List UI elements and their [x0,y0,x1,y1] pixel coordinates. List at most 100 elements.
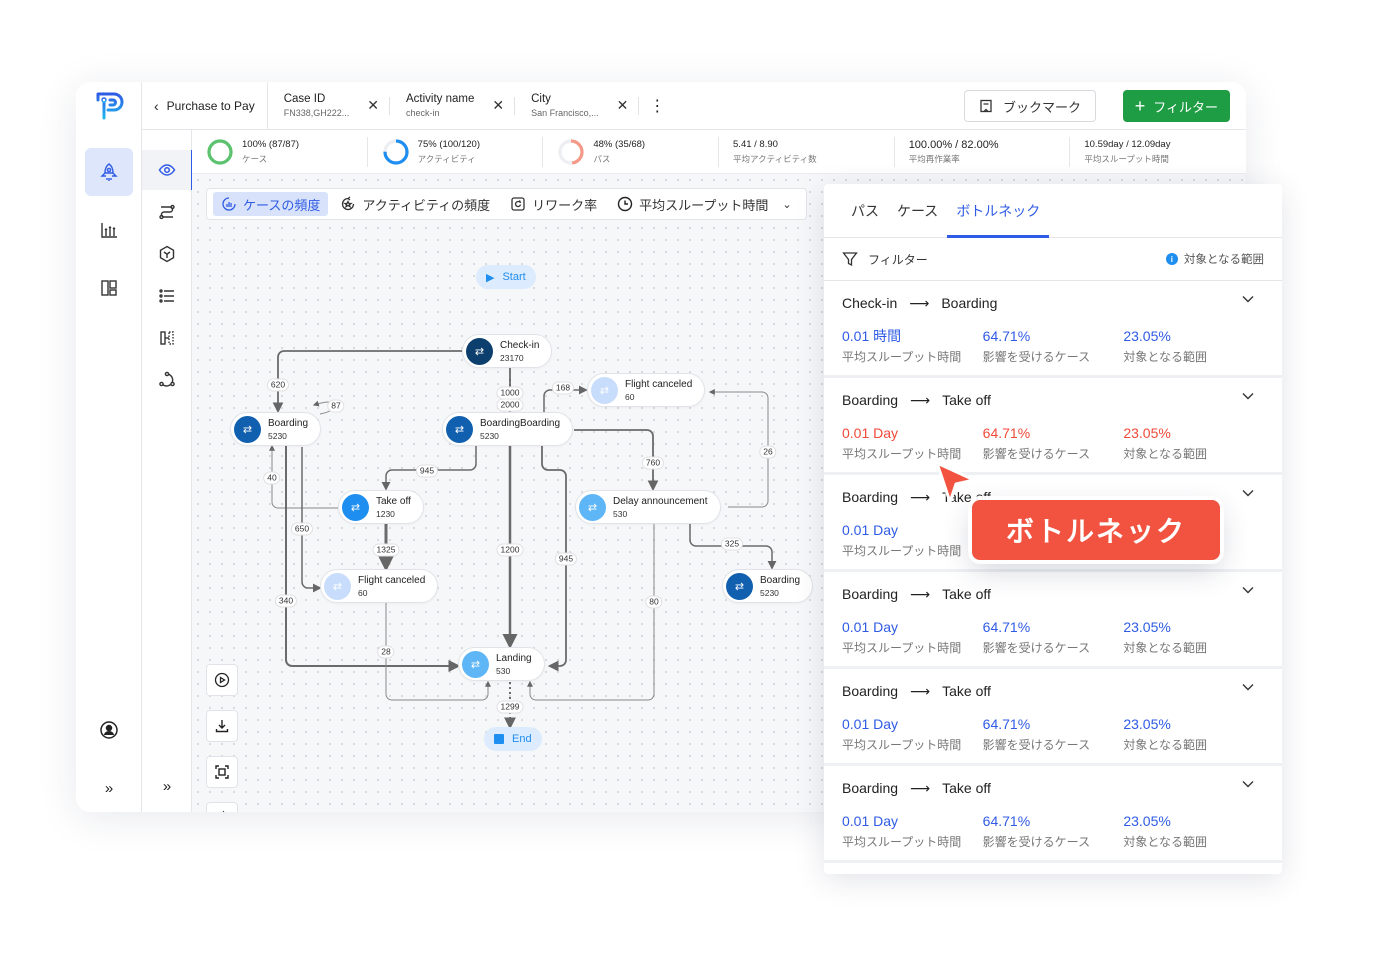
affected-cases-value: 64.71% [982,716,1031,732]
edge-label: 325 [720,537,744,551]
panel-filter-button[interactable]: フィルター [842,251,928,268]
cursor-pointer-icon [935,461,976,504]
nav-routes[interactable] [142,192,192,232]
activity-node-fc1[interactable]: ⇄ Flight canceled 60 [587,373,706,407]
activity-node-checkin[interactable]: ⇄ Check-in 23170 [462,334,553,368]
scope-value: 23.05% [1123,328,1171,344]
nav-process-explorer[interactable] [85,148,133,196]
scope-value: 23.05% [1123,619,1171,635]
kpi-bar: 100% (87/87) ケース 75% (100/120) アクティビティ 48% (… [192,130,1246,174]
rocket-icon [100,163,118,181]
bottleneck-card[interactable]: Boarding⟶Take off 0.01 Day平均スループット時間 64.… [824,572,1282,669]
bottleneck-card[interactable]: Boarding⟶Take off 0.01 Day平均スループット時間 64.… [824,766,1282,863]
back-button[interactable]: ‹ Purchase to Pay [142,82,268,129]
nav-view[interactable] [142,150,194,190]
filter-chip-case-id[interactable]: Case ID FN338,GH222... ✕ [268,82,389,129]
kpi-label: 平均アクティビティ数 [733,153,817,164]
fit-screen-button[interactable] [206,756,238,788]
bottleneck-card[interactable]: Check-in ⟶ Boarding 0.01 時間 平均スループット時間 64.7… [824,281,1282,378]
activity-node-landing[interactable]: ⇄ Landing 530 [458,647,545,681]
arrow-right-icon: ⟶ [909,294,930,311]
more-options-icon[interactable]: ⋮ [639,96,675,116]
nav-objects[interactable] [142,234,192,274]
nav-network[interactable] [142,360,192,400]
list-icon [159,289,174,303]
kpi-label: ケース [242,153,268,164]
edge-takeoff-boarding1[interactable] [269,444,338,509]
bottleneck-list: Check-in ⟶ Boarding 0.01 時間 平均スループット時間 64.7… [824,281,1282,863]
expand-primary-button[interactable]: » [85,764,133,812]
nav-analytics[interactable] [85,206,133,254]
affected-cases-value: 64.71% [982,425,1031,441]
chevron-down-icon[interactable] [1242,392,1254,400]
node-name: Check-in [500,339,540,351]
node-count: 60 [358,587,368,598]
edge-bb-delay[interactable] [574,429,659,492]
tab-bottleneck[interactable]: ボトルネック [947,184,1050,238]
from-activity: Boarding [842,780,899,796]
edge-label: 26 [759,445,777,459]
close-icon[interactable]: ✕ [367,97,379,114]
tab-paths[interactable]: パス [842,184,888,237]
filter-chip-city[interactable]: City San Francisco,... ✕ [515,82,638,129]
start-node[interactable]: ▶ Start [476,265,536,289]
swap-arrows-icon: ⇄ [446,415,473,443]
activity-node-bb[interactable]: ⇄ BoardingBoarding 5230 [442,412,574,446]
panel-filter-row: フィルター i 対象となる範囲 [824,238,1282,281]
bar-chart-icon [101,223,117,238]
node-name: Flight canceled [358,574,426,586]
edge-boarding1-landing[interactable] [285,446,461,672]
from-activity: Boarding [842,683,899,699]
node-count: 5230 [480,430,499,441]
activity-node-delay[interactable]: ⇄ Delay announcement 530 [575,490,721,524]
chevron-down-icon[interactable] [1242,586,1254,594]
end-node[interactable]: End [484,727,542,751]
chevron-down-icon[interactable] [1242,780,1254,788]
nav-compare[interactable] [142,318,192,358]
edge-boarding1-fc2[interactable] [301,447,322,593]
add-filter-button[interactable]: + フィルター [1122,90,1230,122]
double-chevron-right-icon: » [104,779,114,797]
activity-node-boarding1[interactable]: ⇄ Boarding 5230 [230,412,322,446]
play-icon [214,672,230,688]
bottleneck-card[interactable]: Boarding⟶Take off 0.01 Day平均スループット時間 64.… [824,669,1282,766]
to-activity: Take off [942,780,991,796]
edge-checkin-boarding1[interactable] [272,350,462,414]
panel-tabs: パス ケース ボトルネック [824,184,1282,238]
kpi-item: 5.41 / 8.90 平均アクティビティ数 [719,136,895,167]
metric-label: 影響を受けるケース [982,447,1091,461]
bookmark-button[interactable]: ブックマーク [963,90,1096,122]
node-name: Delay announcement [613,495,708,507]
swap-arrows-icon: ⇄ [591,376,618,404]
chevron-down-icon[interactable] [1242,683,1254,691]
pin-button[interactable] [206,802,238,812]
chevron-down-icon[interactable] [1242,295,1254,303]
edge-label: 1000 [496,386,524,400]
edge-delay-landing[interactable] [527,524,655,701]
affected-cases-value: 64.71% [982,619,1031,635]
download-button[interactable] [206,710,238,742]
expand-secondary-button[interactable]: » [142,766,192,806]
info-icon: i [1165,253,1178,265]
nav-profile[interactable] [85,706,133,754]
nav-dashboards[interactable] [85,264,133,312]
play-button[interactable] [206,664,238,696]
close-icon[interactable]: ✕ [617,97,629,114]
affected-cases-value: 64.71% [982,328,1031,344]
edge-label: 760 [641,456,665,470]
activity-node-boarding2[interactable]: ⇄ Boarding 5230 [722,569,814,603]
arrow-right-icon: ⟶ [910,779,931,796]
chevron-down-icon[interactable] [1242,489,1254,497]
activity-node-takeoff[interactable]: ⇄ Take off 1230 [338,490,424,524]
arrow-right-icon: ⟶ [910,585,931,602]
close-icon[interactable]: ✕ [492,97,504,114]
nav-list[interactable] [142,276,192,316]
activity-node-fc2[interactable]: ⇄ Flight canceled 60 [320,569,439,603]
progress-ring [558,138,584,165]
filter-chip-activity-name[interactable]: Activity name check-in ✕ [390,82,514,129]
tab-cases[interactable]: ケース [888,184,947,237]
edge-label: 945 [554,552,578,566]
kpi-label: 平均再作業率 [908,153,960,164]
bottleneck-card[interactable]: Boarding⟶Take off 0.01 Day平均スループット時間 64.… [824,378,1282,475]
scope-value: 23.05% [1123,425,1171,441]
